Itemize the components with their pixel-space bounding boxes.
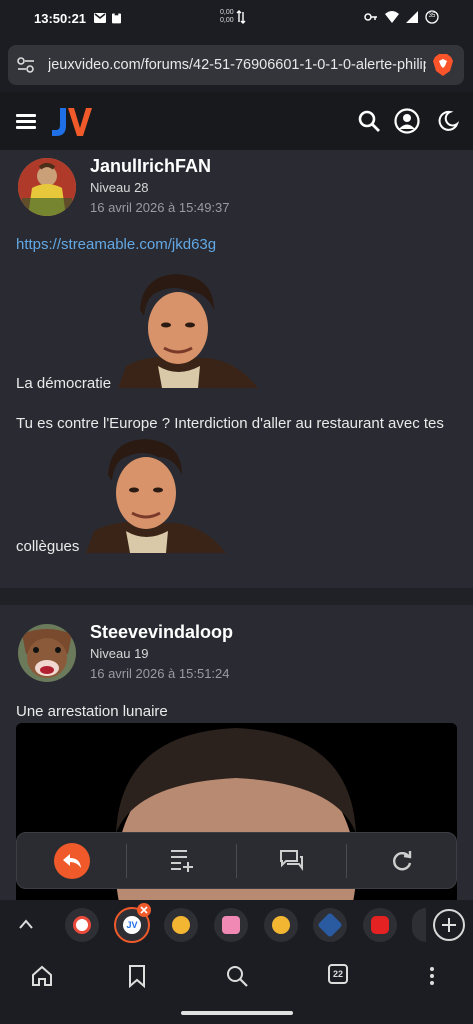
post-text-line: La démocratie [16,375,112,392]
chevron-up-icon[interactable] [18,918,34,930]
tab-favicon[interactable] [313,908,347,942]
blue-diamond-favicon-icon [317,912,343,938]
post-text-line: Tu es contre l'Europe ? Interdiction d'a… [16,415,444,432]
post-date[interactable]: 16 avril 2026 à 15:49:37 [90,200,230,215]
search-icon[interactable] [225,964,249,988]
post-date[interactable]: 16 avril 2026 à 15:51:24 [90,666,230,681]
wifi-icon [385,11,399,23]
post-text-line: collègues [16,538,80,555]
account-icon[interactable] [394,108,420,134]
emoji-favicon-icon [172,916,190,934]
gmail-icon [94,13,107,23]
new-topic-cell[interactable] [127,833,236,888]
status-bar: 13:50:21 0,00 0,00 35 [0,0,473,36]
new-post-icon[interactable] [169,849,195,873]
status-right-icons: 35 [364,10,439,24]
forum-chat-icon[interactable] [279,849,305,873]
transfer-icon [236,10,246,24]
reply-cell [17,833,126,888]
tab-favicon[interactable] [164,908,198,942]
reply-icon [62,853,81,868]
address-bar[interactable]: jeuxvideo.com/forums/42-51-76906601-1-0-… [8,45,464,85]
jv-logo[interactable] [50,104,94,138]
post-link[interactable]: https://streamable.com/jkd63g [16,236,216,253]
site-favicon-icon [73,916,91,934]
plus-icon [442,918,456,932]
home-icon[interactable] [30,964,54,988]
close-tab-icon[interactable] [137,903,151,917]
brave-shields-icon[interactable] [432,53,454,77]
post-text-line: Une arrestation lunaire [16,703,168,720]
post-author[interactable]: JanulIrichFAN [90,156,211,177]
new-tab-button[interactable] [433,909,465,941]
thread-action-bar [16,832,457,889]
more-options-icon[interactable] [420,964,444,988]
jv-favicon-icon: JV [123,916,141,934]
forum-thread: JanulIrichFAN Niveau 28 16 avril 2026 à … [0,150,473,900]
avatar[interactable] [18,624,76,682]
bottom-navigation: 22 [0,950,473,1024]
browser-toolbar: jeuxvideo.com/forums/42-51-76906601-1-0-… [0,36,473,92]
emoji-favicon-icon [272,916,290,934]
net-up-value: 0,00 [220,9,234,16]
sticker-image [118,274,258,388]
menu-icon[interactable] [16,114,36,130]
battery-icon: 35 [425,10,439,24]
dark-mode-icon[interactable] [436,109,460,133]
url-text[interactable]: jeuxvideo.com/forums/42-51-76906601-1-0-… [48,57,426,73]
status-time: 13:50:21 [34,10,87,26]
network-speed: 0,00 0,00 [220,9,246,25]
bookmark-icon[interactable] [125,964,149,988]
net-down-value: 0,00 [220,17,234,24]
messages-cell[interactable] [237,833,346,888]
clipboard-icon [112,12,122,24]
vpn-key-icon [364,13,377,21]
tab-favicon[interactable] [412,908,426,942]
notification-icons [94,12,122,24]
tab-favicon[interactable] [214,908,248,942]
post-author[interactable]: Steevevindaloop [90,622,233,643]
sticker-image [86,439,226,553]
tab-favicon[interactable] [363,908,397,942]
tab-favicon[interactable] [65,908,99,942]
browser-screen: 13:50:21 0,00 0,00 35 jeuxvideo.com/foru… [0,0,473,1024]
youtube-favicon-icon [371,916,389,934]
post-separator [0,588,473,605]
refresh-cell[interactable] [347,833,456,888]
gesture-bar [181,1011,293,1015]
search-icon[interactable] [357,109,381,133]
cell-signal-icon [406,11,418,23]
author-level: Niveau 19 [90,646,149,661]
author-level: Niveau 28 [90,180,149,195]
site-header [0,92,473,150]
battery-level: 35 [428,13,436,19]
tab-strip: JV [0,900,473,950]
pink-favicon-icon [222,916,240,934]
reply-button[interactable] [53,842,90,879]
avatar[interactable] [18,158,76,216]
site-settings-icon[interactable] [16,55,36,75]
tab-count-button[interactable]: 22 [328,964,348,984]
refresh-icon[interactable] [391,850,413,872]
tab-favicon[interactable] [264,908,298,942]
forum-post: JanulIrichFAN Niveau 28 16 avril 2026 à … [0,150,473,588]
